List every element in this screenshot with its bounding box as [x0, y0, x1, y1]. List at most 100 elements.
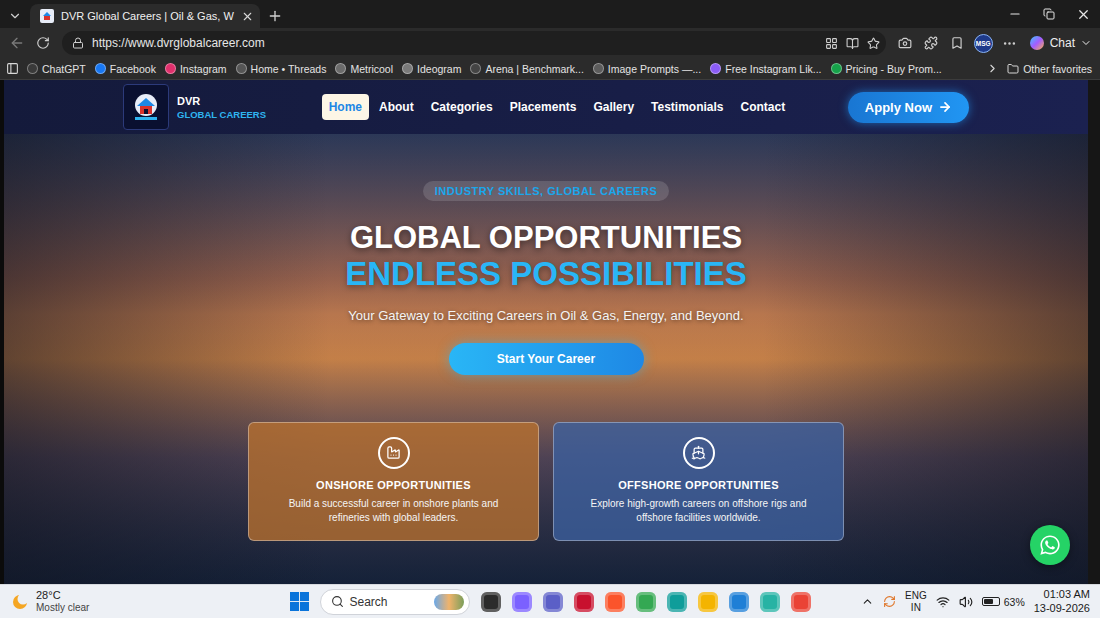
taskbar-app-icon[interactable]: [512, 592, 532, 612]
weather-temp: 28°C: [36, 589, 61, 602]
reader-icon[interactable]: [846, 37, 859, 50]
favorite-star-icon[interactable]: [867, 37, 880, 50]
bookmark-item[interactable]: Instagram: [165, 63, 227, 75]
whatsapp-button[interactable]: [1030, 525, 1070, 565]
site-navbar: DVRGLOBAL CAREERS HomeAboutCategoriesPlac…: [4, 80, 1088, 134]
taskbar-app-icon[interactable]: [698, 592, 718, 612]
hero-photo: INDUSTRY SKILLS, GLOBAL CAREERSGLOBAL OP…: [4, 134, 1088, 584]
new-tab-button[interactable]: [260, 4, 290, 28]
taskbar-search[interactable]: Search: [320, 589, 470, 615]
taskbar-app-icon[interactable]: [605, 592, 625, 612]
address-row: https://www.dvrglobalcareer.com MSG Chat: [0, 28, 1100, 58]
bookmark-item[interactable]: ChatGPT: [27, 63, 86, 75]
minimize-button[interactable]: [998, 0, 1032, 28]
nav-link[interactable]: Categories: [424, 94, 500, 120]
nav-link[interactable]: Testimonials: [644, 94, 730, 120]
bookmark-item[interactable]: Ideogram: [402, 63, 461, 75]
screenshot-button[interactable]: [892, 31, 918, 55]
taskbar-app-icon[interactable]: [481, 592, 501, 612]
bookmark-favicon-icon: [27, 63, 38, 74]
card-text: Explore high-growth careers on offshore …: [572, 497, 825, 526]
tab-list-button[interactable]: [2, 4, 28, 28]
more-button[interactable]: [997, 31, 1023, 55]
battery-indicator[interactable]: 63%: [982, 596, 1025, 608]
sync-icon[interactable]: [883, 595, 896, 608]
system-tray: ENGIN 63% 01:03 AM13-09-2026: [861, 588, 1090, 614]
address-field[interactable]: https://www.dvrglobalcareer.com: [62, 31, 886, 55]
taskbar-app-icon[interactable]: [729, 592, 749, 612]
opportunity-card[interactable]: ONSHORE OPPORTUNITIESBuild a successful …: [248, 422, 539, 541]
nav-link[interactable]: Placements: [503, 94, 584, 120]
nav-link[interactable]: Home: [322, 94, 369, 120]
site-logo[interactable]: DVRGLOBAL CAREERS: [123, 84, 266, 130]
region-code: IN: [911, 602, 921, 614]
bookmark-item[interactable]: Metricool: [335, 63, 393, 75]
restore-button[interactable]: [1032, 0, 1066, 28]
scrollbar[interactable]: [1088, 80, 1100, 584]
extensions-button[interactable]: [918, 31, 944, 55]
back-button[interactable]: [4, 31, 30, 55]
profile-avatar[interactable]: MSG: [974, 34, 993, 53]
lock-icon: [72, 37, 84, 49]
language-code: ENG: [905, 590, 927, 602]
folder-icon: [1007, 63, 1019, 75]
taskbar-app-icon[interactable]: [636, 592, 656, 612]
language-indicator[interactable]: ENGIN: [905, 590, 927, 614]
taskbar-app-icon[interactable]: [543, 592, 563, 612]
start-career-button[interactable]: Start Your Career: [449, 343, 644, 375]
close-icon[interactable]: [241, 10, 254, 23]
bookmark-item[interactable]: Home • Threads: [236, 63, 327, 75]
battery-icon: [982, 597, 1000, 606]
bookmark-favicon-icon: [470, 63, 481, 74]
more-bookmarks-icon[interactable]: [986, 62, 999, 75]
nav-link[interactable]: Gallery: [586, 94, 641, 120]
clock[interactable]: 01:03 AM13-09-2026: [1034, 588, 1090, 614]
bookmark-favicon-icon: [95, 63, 106, 74]
favorites-icon: [950, 36, 964, 50]
ellipsis-icon: [1002, 36, 1017, 51]
nav-link[interactable]: Contact: [734, 94, 793, 120]
weather-widget[interactable]: 28°CMostly clear: [10, 589, 290, 614]
opportunity-card[interactable]: OFFSHORE OPPORTUNITIESExplore high-growt…: [553, 422, 844, 541]
bookmark-item[interactable]: Free Instagram Lik...: [710, 63, 821, 75]
chevron-down-icon: [1080, 37, 1092, 49]
volume-icon[interactable]: [959, 595, 973, 609]
tab-bar: DVR Global Careers | Oil & Gas, W: [0, 0, 1100, 28]
close-window-button[interactable]: [1066, 0, 1100, 28]
bookmark-favicon-icon: [335, 63, 346, 74]
bookmark-label: ChatGPT: [42, 63, 86, 75]
refresh-button[interactable]: [30, 31, 56, 55]
chevron-up-icon[interactable]: [861, 595, 874, 608]
card-icon-circle: [683, 437, 715, 469]
windows-start-icon[interactable]: [290, 592, 309, 611]
bookmark-label: Home • Threads: [251, 63, 327, 75]
bookmark-label: Instagram: [180, 63, 227, 75]
search-highlight-icon: [434, 594, 464, 610]
apply-now-button[interactable]: Apply Now: [848, 92, 969, 123]
chat-button[interactable]: Chat: [1023, 35, 1096, 51]
search-icon: [331, 595, 344, 608]
site-favicon-icon: [40, 9, 54, 23]
close-window-icon: [1076, 7, 1091, 22]
bookmark-item[interactable]: Image Prompts —...: [593, 63, 701, 75]
plus-icon: [267, 8, 283, 24]
url-text: https://www.dvrglobalcareer.com: [92, 36, 817, 50]
bookmark-item[interactable]: Pricing - Buy Prom...: [831, 63, 942, 75]
nav-link[interactable]: About: [372, 94, 421, 120]
bookmark-item[interactable]: Facebook: [95, 63, 156, 75]
tab-title: DVR Global Careers | Oil & Gas, W: [61, 10, 234, 22]
sidebar-icon[interactable]: [6, 62, 19, 75]
browser-tab[interactable]: DVR Global Careers | Oil & Gas, W: [30, 4, 260, 28]
favorites-button[interactable]: [944, 31, 970, 55]
logo-tagline: GLOBAL CAREERS: [177, 109, 266, 120]
bookmark-item[interactable]: Arena | Benchmark...: [470, 63, 583, 75]
weather-text: 28°CMostly clear: [36, 589, 89, 614]
wifi-icon[interactable]: [936, 595, 950, 609]
taskbar-app-icon[interactable]: [574, 592, 594, 612]
split-screen-icon[interactable]: [825, 37, 838, 50]
bookmark-favicon-icon: [710, 63, 721, 74]
taskbar-app-icon[interactable]: [791, 592, 811, 612]
taskbar-app-icon[interactable]: [760, 592, 780, 612]
taskbar-app-icon[interactable]: [667, 592, 687, 612]
other-favorites[interactable]: Other favorites: [1007, 63, 1092, 75]
